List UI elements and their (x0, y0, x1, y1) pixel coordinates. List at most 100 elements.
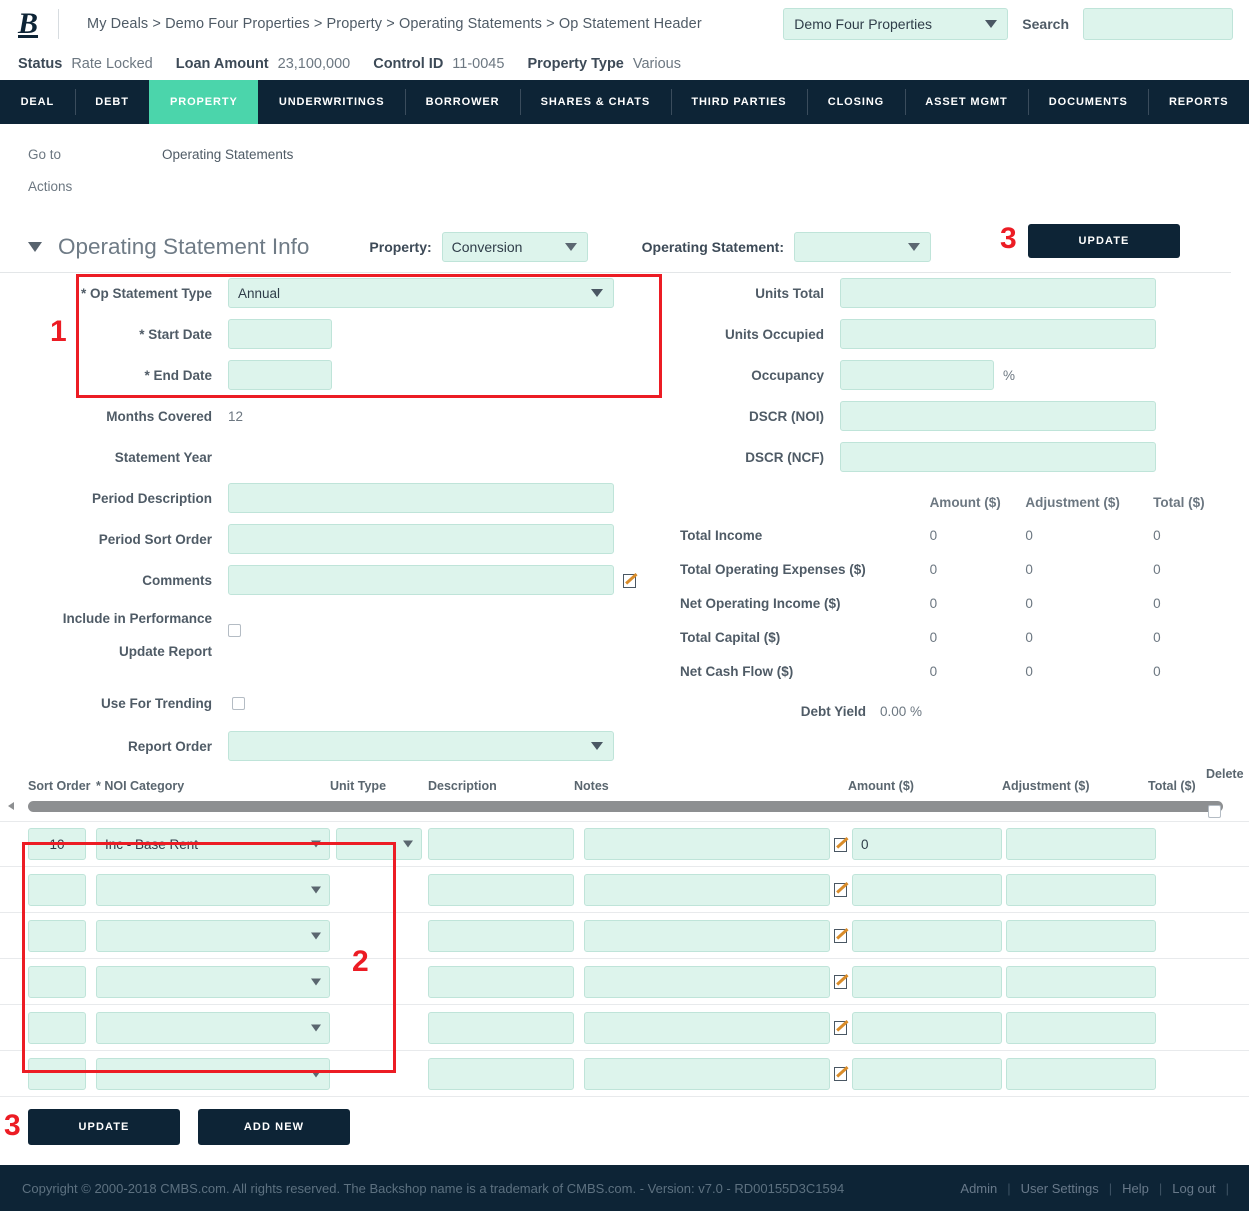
nav-tab-property[interactable]: PROPERTY (149, 80, 259, 124)
backshop-logo[interactable]: B (18, 9, 58, 39)
row-noi-category-select[interactable] (96, 1011, 330, 1044)
footer-link-help[interactable]: Help (1122, 1181, 1149, 1196)
row-noi-category-select[interactable]: Inc - Base Rent (96, 828, 330, 860)
row-sort-order[interactable] (28, 1057, 86, 1090)
row-adjustment[interactable] (1006, 1011, 1156, 1044)
nav-tab-asset-mgmt[interactable]: ASSET MGMT (904, 80, 1029, 124)
edit-pencil-icon[interactable] (623, 573, 638, 588)
row-notes[interactable] (584, 965, 830, 998)
row-adjustment[interactable] (1006, 965, 1156, 998)
row-noi-category-select[interactable] (96, 873, 330, 906)
row-sort-order[interactable]: 10 (28, 828, 86, 860)
nav-tab-debt[interactable]: DEBT (74, 80, 150, 124)
table-row (0, 913, 1249, 959)
nav-tab-closing[interactable]: CLOSING (807, 80, 905, 124)
row-notes-edit-pencil-icon[interactable] (834, 882, 849, 897)
footer-link-log-out[interactable]: Log out (1172, 1181, 1215, 1196)
row-noi-category-select[interactable] (96, 1057, 330, 1090)
row-adjustment[interactable] (1006, 873, 1156, 906)
row-noi-category-select[interactable] (96, 919, 330, 952)
nav-tab-borrower[interactable]: BORROWER (405, 80, 520, 124)
grid-col-description: Description (428, 779, 497, 793)
totals-row-amount: 0 (929, 561, 938, 577)
property-select[interactable]: Conversion (441, 232, 588, 262)
footer-link-user-settings[interactable]: User Settings (1021, 1181, 1099, 1196)
grid-col-notes: Notes (574, 779, 609, 793)
row-description[interactable] (428, 919, 574, 952)
row-notes[interactable] (584, 1057, 830, 1090)
property-select-value: Conversion (451, 239, 523, 255)
period-description-input[interactable] (228, 483, 614, 513)
search-input[interactable] (1083, 8, 1233, 40)
footer-link-admin[interactable]: Admin (960, 1181, 997, 1196)
annotation-3-bottom: 3 (4, 1109, 21, 1142)
row-description[interactable] (428, 828, 574, 860)
row-description[interactable] (428, 1011, 574, 1044)
report-order-select[interactable] (228, 731, 614, 761)
row-notes-edit-pencil-icon[interactable] (834, 1020, 849, 1035)
grid-col-noi-category: * NOI Category (96, 779, 185, 793)
row-notes[interactable] (584, 828, 830, 860)
update-button-bottom[interactable]: UPDATE (28, 1109, 180, 1145)
nav-tab-documents[interactable]: DOCUMENTS (1028, 80, 1148, 124)
nav-tab-deal[interactable]: DEAL (0, 80, 75, 124)
deal-selector[interactable]: Demo Four Properties (783, 8, 1009, 40)
nav-tab-third-parties[interactable]: THIRD PARTIES (670, 80, 807, 124)
goto-label: Go to (28, 146, 62, 162)
update-report-checkbox[interactable] (228, 624, 241, 637)
months-covered-value: 12 (228, 408, 244, 424)
row-amount[interactable] (852, 1011, 1002, 1044)
period-sort-order-input[interactable] (228, 524, 614, 554)
update-button-top[interactable]: UPDATE (1028, 224, 1180, 258)
row-adjustment[interactable] (1006, 1057, 1156, 1090)
row-notes[interactable] (584, 1011, 830, 1044)
occupancy-input[interactable] (840, 360, 994, 390)
row-unit-type-select[interactable] (336, 828, 422, 860)
comments-input[interactable] (228, 565, 614, 595)
row-notes-edit-pencil-icon[interactable] (834, 1066, 849, 1081)
nav-tab-shares-chats[interactable]: SHARES & CHATS (520, 80, 671, 124)
row-noi-category-select[interactable] (96, 965, 330, 998)
row-sort-order[interactable] (28, 919, 86, 952)
row-amount[interactable] (852, 1057, 1002, 1090)
row-notes[interactable] (584, 919, 830, 952)
dscr-ncf-input[interactable] (840, 442, 1156, 472)
row-amount[interactable] (852, 873, 1002, 906)
row-description[interactable] (428, 873, 574, 906)
op-statement-type-select[interactable]: Annual (228, 278, 614, 308)
row-adjustment[interactable] (1006, 828, 1156, 860)
breadcrumb[interactable]: My Deals > Demo Four Properties > Proper… (87, 16, 702, 32)
row-amount[interactable] (852, 965, 1002, 998)
nav-tab-reports[interactable]: REPORTS (1148, 80, 1249, 124)
operating-statement-select[interactable] (794, 232, 931, 262)
row-notes[interactable] (584, 873, 830, 906)
row-description[interactable] (428, 965, 574, 998)
start-date-input[interactable] (228, 319, 332, 349)
row-description[interactable] (428, 1057, 574, 1090)
row-sort-order[interactable] (28, 873, 86, 906)
footer-separator: | (1007, 1180, 1011, 1196)
totals-row-total: 0 (1153, 561, 1161, 577)
row-notes-edit-pencil-icon[interactable] (834, 928, 849, 943)
row-adjustment[interactable] (1006, 919, 1156, 952)
row-notes-edit-pencil-icon[interactable] (834, 837, 849, 852)
units-total-input[interactable] (840, 278, 1156, 308)
dscr-noi-input[interactable] (840, 401, 1156, 431)
row-sort-order[interactable] (28, 1011, 86, 1044)
add-new-button[interactable]: ADD NEW (198, 1109, 350, 1145)
collapse-triangle-icon[interactable] (28, 242, 42, 252)
end-date-input[interactable] (228, 360, 332, 390)
row-amount[interactable]: 0 (852, 828, 1002, 860)
row-notes-edit-pencil-icon[interactable] (834, 974, 849, 989)
chevron-down-icon (311, 932, 321, 939)
delete-all-checkbox[interactable] (1208, 805, 1221, 818)
units-occupied-input[interactable] (840, 319, 1156, 349)
use-for-trending-checkbox[interactable] (232, 696, 245, 710)
goto-link-operating-statements[interactable]: Operating Statements (162, 147, 293, 162)
section-header: Operating Statement Info Property: Conve… (0, 220, 1231, 273)
totals-row-adjustment: 0 (1025, 527, 1033, 543)
row-sort-order[interactable] (28, 965, 86, 998)
row-amount[interactable] (852, 919, 1002, 952)
actions-label[interactable]: Actions (28, 179, 162, 194)
nav-tab-underwritings[interactable]: UNDERWRITINGS (258, 80, 405, 124)
